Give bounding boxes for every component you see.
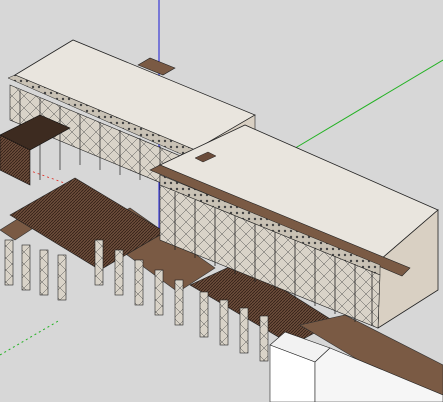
3d-viewport[interactable] [0,0,443,402]
scene-canvas[interactable] [0,0,443,402]
green-axis-dotted [0,319,61,356]
green-axis [291,59,443,151]
